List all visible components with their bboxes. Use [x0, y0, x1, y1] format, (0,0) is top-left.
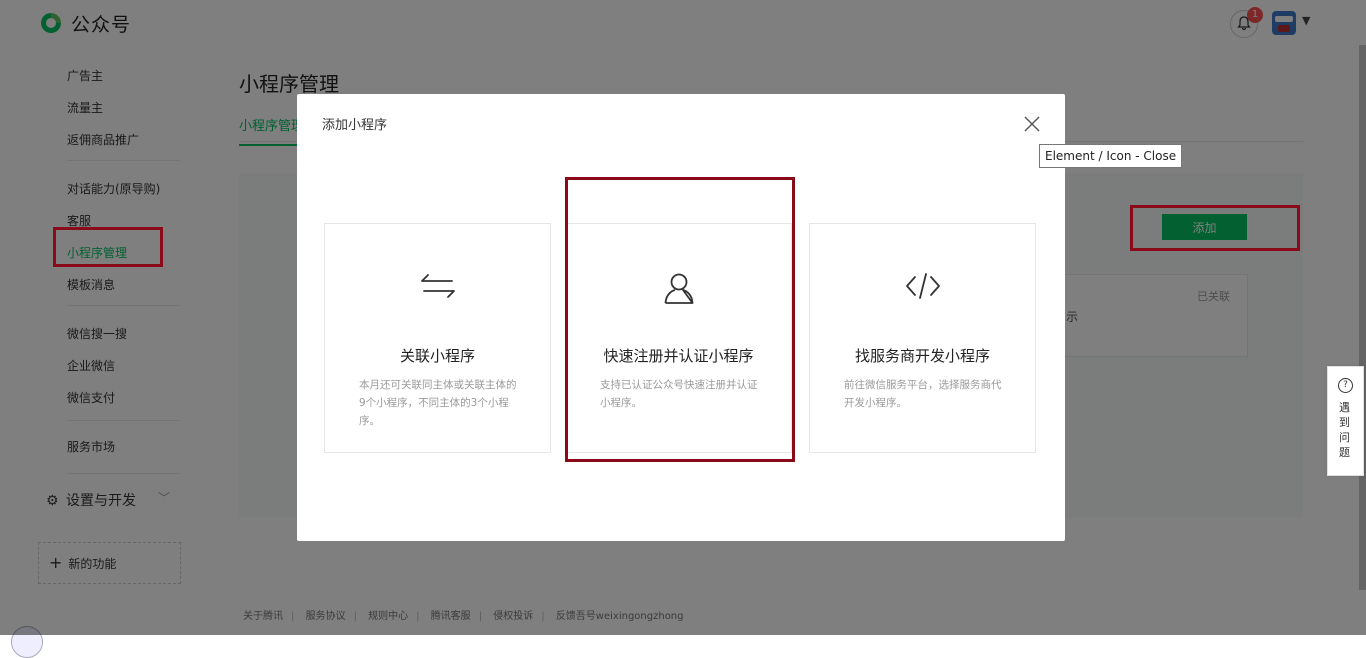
- code-icon: [810, 271, 1035, 307]
- question-icon: ?: [1338, 378, 1353, 393]
- help-label: 遇到问题: [1339, 401, 1350, 459]
- swap-arrows-icon: [325, 271, 550, 307]
- option-title: 关联小程序: [399, 347, 475, 365]
- close-icon[interactable]: [1021, 113, 1043, 135]
- option-link-miniprogram[interactable]: 关联小程序 本月还可关联同主体或关联主体的9个小程序，不同主体的3个小程序。: [324, 223, 551, 453]
- highlight-box-add: [1130, 205, 1300, 251]
- help-widget[interactable]: ? 遇到问题: [1327, 366, 1364, 476]
- highlight-box-option: [565, 177, 795, 462]
- option-service-provider[interactable]: 找服务商开发小程序 前往微信服务平台，选择服务商代开发小程序。: [809, 223, 1036, 453]
- dialog-title: 添加小程序: [322, 118, 388, 133]
- close-tooltip: Element / Icon - Close: [1039, 144, 1183, 168]
- option-desc: 本月还可关联同主体或关联主体的9个小程序，不同主体的3个小程序。: [359, 379, 517, 427]
- highlight-box-sidebar: [53, 227, 163, 267]
- option-desc: 前往微信服务平台，选择服务商代开发小程序。: [844, 379, 1002, 409]
- option-title: 找服务商开发小程序: [854, 347, 990, 365]
